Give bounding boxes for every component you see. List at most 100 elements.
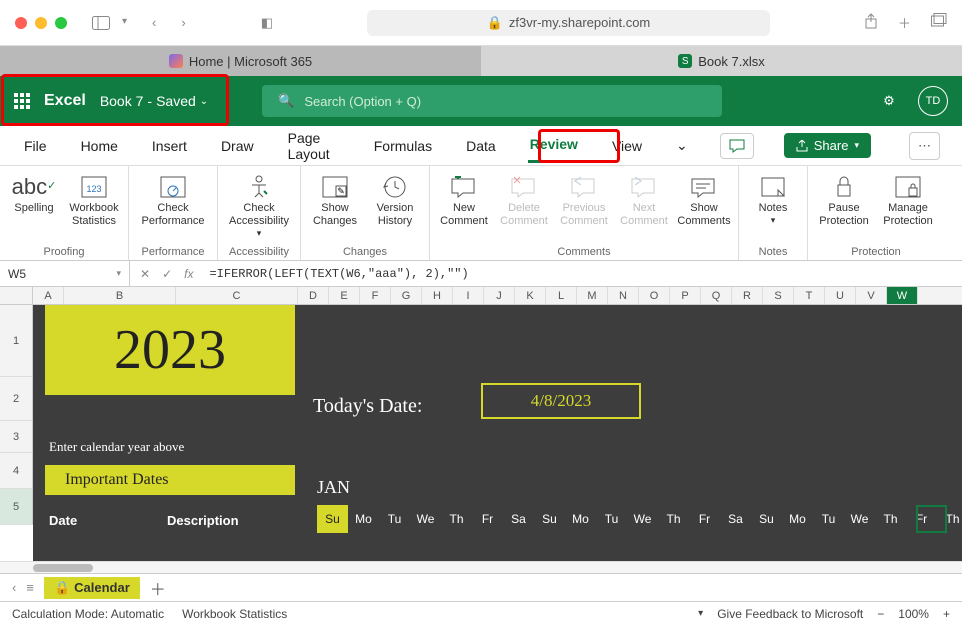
row-headers: 1 2 3 4 5 bbox=[0, 305, 33, 525]
browser-tab-strip: Home | Microsoft 365 S Book 7.xlsx bbox=[0, 46, 962, 76]
tab-data[interactable]: Data bbox=[464, 130, 498, 162]
lock-icon: 🔒 bbox=[487, 15, 503, 31]
excel-file-icon: S bbox=[678, 54, 692, 68]
show-comments-button[interactable]: Show Comments bbox=[676, 168, 732, 228]
workbook-stats-link[interactable]: Workbook Statistics bbox=[182, 607, 287, 621]
nav-fwd-icon[interactable]: › bbox=[181, 15, 185, 30]
maximize-window-icon[interactable] bbox=[55, 17, 67, 29]
share-icon[interactable] bbox=[864, 13, 878, 32]
tab-file[interactable]: File bbox=[22, 130, 49, 162]
enter-year-label: Enter calendar year above bbox=[49, 439, 184, 455]
group-label: Accessibility bbox=[224, 246, 294, 260]
comments-pane-button[interactable] bbox=[720, 133, 754, 159]
group-label: Proofing bbox=[6, 246, 122, 260]
feedback-link[interactable]: Give Feedback to Microsoft bbox=[717, 607, 863, 621]
active-cell[interactable] bbox=[916, 505, 947, 533]
svg-text:✎: ✎ bbox=[337, 186, 345, 196]
delete-comment-button: Delete Comment bbox=[496, 168, 552, 228]
workbook-stats-button[interactable]: 123Workbook Statistics bbox=[66, 168, 122, 228]
status-bar: Calculation Mode: Automatic Workbook Sta… bbox=[0, 601, 962, 625]
group-label: Notes bbox=[745, 246, 801, 260]
zoom-level[interactable]: 100% bbox=[898, 607, 929, 621]
browser-tab-home[interactable]: Home | Microsoft 365 bbox=[0, 46, 481, 76]
ribbon: abc✓Spelling 123Workbook Statistics Proo… bbox=[0, 166, 962, 261]
browser-tab-book7[interactable]: S Book 7.xlsx bbox=[481, 46, 962, 76]
group-label: Comments bbox=[436, 246, 732, 260]
show-changes-button[interactable]: ✎Show Changes bbox=[307, 168, 363, 228]
prev-comment-button: Previous Comment bbox=[556, 168, 612, 228]
tabs-icon[interactable] bbox=[931, 13, 947, 32]
today-label: Today's Date: bbox=[313, 395, 422, 418]
important-dates-header: Important Dates bbox=[45, 465, 295, 495]
fx-icon[interactable]: fx bbox=[184, 267, 193, 281]
check-performance-button[interactable]: Check Performance bbox=[135, 168, 211, 228]
calc-mode[interactable]: Calculation Mode: Automatic bbox=[12, 607, 164, 621]
tab-home[interactable]: Home bbox=[79, 130, 120, 162]
month-label: JAN bbox=[317, 477, 350, 498]
tab-view[interactable]: View bbox=[610, 130, 644, 162]
tab-draw[interactable]: Draw bbox=[219, 130, 256, 162]
nav-back-icon[interactable]: ‹ bbox=[152, 15, 156, 30]
calendar-area: 2023 Today's Date: 4/8/2023 Enter calend… bbox=[33, 305, 962, 561]
formula-bar: W5▾ ✕ ✓ fx =IFERROR(LEFT(TEXT(W6,"aaa"),… bbox=[0, 261, 962, 287]
desc-col-header: Description bbox=[167, 513, 239, 528]
manage-protection-button[interactable]: Manage Protection bbox=[878, 168, 938, 228]
ribbon-tab-row: File Home Insert Draw Page Layout Formul… bbox=[0, 126, 962, 166]
year-cell[interactable]: 2023 bbox=[45, 305, 295, 395]
h-scrollbar[interactable] bbox=[0, 561, 962, 573]
spelling-button[interactable]: abc✓Spelling bbox=[6, 168, 62, 215]
formula-input[interactable]: =IFERROR(LEFT(TEXT(W6,"aaa"), 2),"") bbox=[203, 267, 962, 281]
group-label: Performance bbox=[135, 246, 211, 260]
day-row: Su MoTu WeTh FrSa SuMo TuWe ThFr SaSu Mo… bbox=[317, 505, 962, 533]
lock-icon: 🔒 bbox=[54, 580, 70, 596]
sheet-tab-calendar[interactable]: 🔒 Calendar bbox=[44, 577, 140, 599]
tab-insert[interactable]: Insert bbox=[150, 130, 189, 162]
all-sheets-icon[interactable]: ≡ bbox=[26, 580, 34, 595]
version-history-button[interactable]: Version History bbox=[367, 168, 423, 228]
tab-review[interactable]: Review bbox=[528, 128, 580, 163]
traffic-lights bbox=[15, 17, 67, 29]
tab-formulas[interactable]: Formulas bbox=[372, 130, 434, 162]
minimize-window-icon[interactable] bbox=[35, 17, 47, 29]
column-headers: A B C D E F G H I J K L M N O P Q R S T … bbox=[0, 287, 962, 305]
date-col-header: Date bbox=[49, 513, 77, 528]
share-button[interactable]: Share ▾ bbox=[784, 133, 871, 158]
accept-icon[interactable]: ✓ bbox=[162, 267, 172, 281]
share-icon bbox=[796, 140, 808, 152]
group-label: Protection bbox=[814, 246, 938, 260]
mac-toolbar: ▾ ‹ › ◧ 🔒 zf3vr-my.sharepoint.com ＋ bbox=[0, 0, 962, 46]
tab-overflow[interactable]: ⌄ bbox=[674, 129, 690, 162]
sheet-tab-strip: ‹ ≡ 🔒 Calendar ＋ bbox=[0, 573, 962, 601]
search-input[interactable]: 🔍 Search (Option + Q) bbox=[262, 85, 722, 117]
sheet-nav-left-icon[interactable]: ‹ bbox=[12, 580, 16, 595]
today-value: 4/8/2023 bbox=[481, 383, 641, 419]
chevron-down-icon: ⌄ bbox=[200, 96, 208, 107]
name-box[interactable]: W5▾ bbox=[0, 261, 130, 286]
app-name: Excel bbox=[44, 92, 86, 110]
avatar[interactable]: TD bbox=[918, 86, 948, 116]
gear-icon[interactable]: ⚙ bbox=[874, 86, 904, 116]
address-bar[interactable]: 🔒 zf3vr-my.sharepoint.com bbox=[367, 10, 771, 36]
sidebar-toggle-icon[interactable]: ▾ bbox=[92, 16, 127, 30]
doc-title[interactable]: Book 7 - Saved ⌄ bbox=[100, 93, 208, 109]
cancel-icon[interactable]: ✕ bbox=[140, 267, 150, 281]
search-icon: 🔍 bbox=[278, 93, 294, 109]
pause-protection-button[interactable]: Pause Protection bbox=[814, 168, 874, 228]
worksheet[interactable]: A B C D E F G H I J K L M N O P Q R S T … bbox=[0, 287, 962, 561]
chevron-down-icon: ▾ bbox=[854, 140, 859, 151]
app-launcher-icon[interactable] bbox=[14, 93, 30, 109]
notes-button[interactable]: Notes▾ bbox=[745, 168, 801, 226]
new-comment-button[interactable]: New Comment bbox=[436, 168, 492, 228]
new-tab-icon[interactable]: ＋ bbox=[898, 13, 911, 32]
zoom-in-button[interactable]: + bbox=[943, 607, 950, 621]
next-comment-button: Next Comment bbox=[616, 168, 672, 228]
shield-icon[interactable]: ◧ bbox=[261, 15, 273, 31]
url-text: zf3vr-my.sharepoint.com bbox=[509, 15, 650, 30]
svg-text:123: 123 bbox=[86, 184, 101, 194]
zoom-out-button[interactable]: − bbox=[877, 607, 884, 621]
check-accessibility-button[interactable]: Check Accessibility▾ bbox=[224, 168, 294, 239]
add-sheet-button[interactable]: ＋ bbox=[150, 576, 166, 600]
more-button[interactable]: ⋯ bbox=[909, 132, 940, 160]
close-window-icon[interactable] bbox=[15, 17, 27, 29]
tab-page-layout[interactable]: Page Layout bbox=[286, 122, 342, 170]
